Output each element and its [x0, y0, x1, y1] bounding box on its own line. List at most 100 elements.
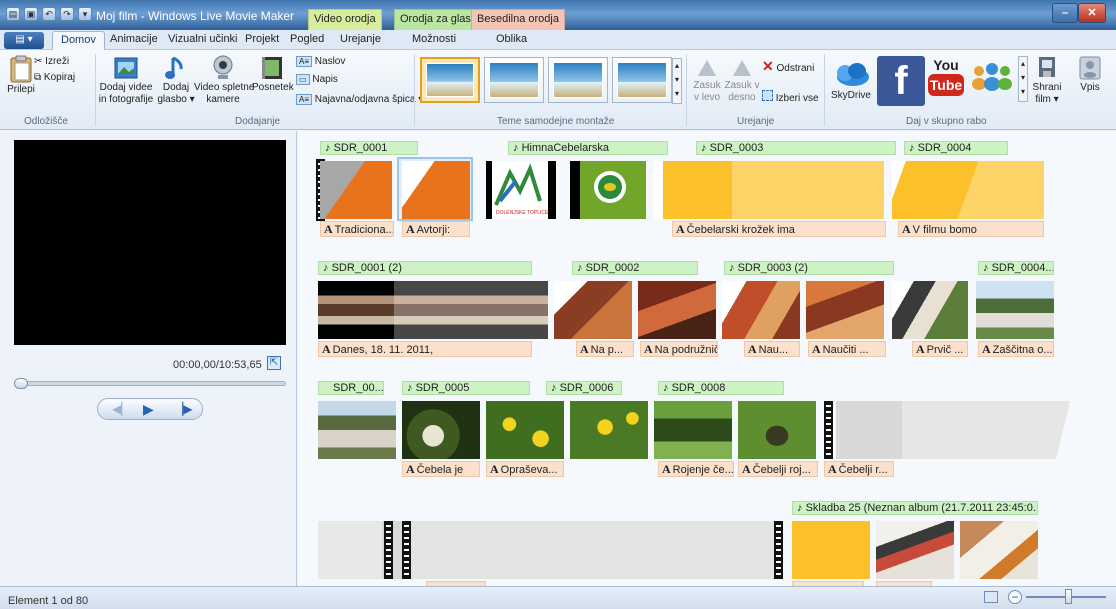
- theme-thumbnail-2[interactable]: [484, 57, 544, 103]
- snapshot-button[interactable]: Posnetek: [252, 54, 294, 94]
- clip-thumbnail[interactable]: [318, 401, 396, 459]
- clip-thumbnail[interactable]: [976, 281, 1054, 339]
- tab-domov[interactable]: Domov: [52, 31, 105, 51]
- clip-thumbnail[interactable]: DOLENJSKE TOPLICE: [486, 161, 556, 219]
- clip-thumbnail[interactable]: [876, 521, 954, 579]
- clip-thumbnail[interactable]: [892, 281, 968, 339]
- caption-clip[interactable]: A Zaščitna o...: [978, 341, 1054, 357]
- audio-clip[interactable]: ♪ SDR_0006: [546, 381, 622, 395]
- add-music-button[interactable]: Dodaj glasbo ▾: [156, 54, 196, 106]
- audio-clip[interactable]: ♪ SDR_0004: [904, 141, 1008, 155]
- audio-clip[interactable]: ♪ SDR_0008: [658, 381, 784, 395]
- caption-clip[interactable]: A Avtorji:: [402, 221, 470, 237]
- save-icon[interactable]: ▣: [24, 7, 38, 21]
- add-caption-button[interactable]: ▭ Napis: [296, 74, 338, 85]
- youtube-button[interactable]: You Tube: [928, 56, 964, 104]
- caption-clip[interactable]: A Rojenje če...: [658, 461, 734, 477]
- clip-thumbnail[interactable]: [638, 281, 716, 339]
- clip-thumbnail[interactable]: [318, 281, 548, 339]
- audio-clip[interactable]: ♪ SDR_0002: [572, 261, 698, 275]
- theme-thumbnail-4[interactable]: [612, 57, 672, 103]
- copy-button[interactable]: ⧉ Kopiraj: [34, 72, 75, 83]
- audio-clip[interactable]: ♪ SDR_0003 (2): [724, 261, 894, 275]
- clip-thumbnail[interactable]: [722, 281, 800, 339]
- fullscreen-button[interactable]: ⇱: [267, 356, 281, 370]
- audio-clip[interactable]: ♪ SDR_0001 (2): [318, 261, 532, 275]
- clip-thumbnail[interactable]: [792, 521, 870, 579]
- add-credits-button[interactable]: A≡ Najavna/odjavna špica ▾: [296, 94, 423, 105]
- previous-frame-icon[interactable]: ◀▏: [112, 402, 130, 416]
- clip-thumbnail[interactable]: [554, 281, 632, 339]
- sign-in-button[interactable]: Vpis: [1072, 54, 1108, 94]
- select-all-button[interactable]: Izberi vse: [762, 90, 819, 104]
- people-share-button[interactable]: [968, 62, 1016, 92]
- caption-clip[interactable]: A Čebela je: [402, 461, 480, 477]
- rotate-right-button[interactable]: Zasuk v desno: [724, 54, 760, 104]
- webcam-video-button[interactable]: Video spletne kamere: [194, 54, 254, 106]
- qat-dropdown-icon[interactable]: ▾: [78, 7, 92, 21]
- undo-icon[interactable]: ↶: [42, 7, 56, 21]
- clip-thumbnail[interactable]: [960, 521, 1038, 579]
- seek-thumb[interactable]: [14, 378, 28, 389]
- next-frame-icon[interactable]: ▕▶: [174, 402, 192, 416]
- tab-urejanje[interactable]: Urejanje: [340, 33, 381, 45]
- tab-vizualni-ucinki[interactable]: Vizualni učinki: [168, 33, 238, 45]
- audio-clip[interactable]: ♪ SDR_0005: [402, 381, 530, 395]
- caption-clip[interactable]: A Čebelarski krožek ima: [672, 221, 886, 237]
- seek-bar[interactable]: [14, 378, 286, 389]
- clip-thumbnail[interactable]: [570, 401, 648, 459]
- zoom-slider-thumb[interactable]: [1065, 589, 1072, 604]
- clip-thumbnail[interactable]: [654, 401, 732, 459]
- file-menu-button[interactable]: ▤ ▾: [4, 32, 44, 49]
- caption-clip[interactable]: A Danes, 18. 11. 2011,: [318, 341, 532, 357]
- clip-thumbnail[interactable]: [654, 161, 884, 219]
- add-videos-photos-button[interactable]: Dodaj videe in fotografije: [98, 54, 154, 106]
- theme-thumbnail-1[interactable]: [420, 57, 480, 103]
- caption-clip[interactable]: A Opraševa...: [486, 461, 564, 477]
- audio-clip[interactable]: ♪ SDR_0003: [696, 141, 896, 155]
- zoom-out-button[interactable]: −: [1008, 590, 1022, 604]
- tab-pogled[interactable]: Pogled: [290, 33, 324, 45]
- audio-clip[interactable]: ♪ Skladba 25 (Neznan album (21.7.2011 23…: [792, 501, 1038, 515]
- tab-projekt[interactable]: Projekt: [245, 33, 279, 45]
- audio-clip[interactable]: ♪ HimnaCebelarska: [508, 141, 668, 155]
- paste-button[interactable]: Prilepi: [4, 54, 38, 96]
- clip-thumbnail[interactable]: [806, 281, 884, 339]
- caption-clip[interactable]: A Nau...: [744, 341, 800, 357]
- caption-clip[interactable]: A Tradiciona...: [320, 221, 394, 237]
- tab-oblika[interactable]: Oblika: [496, 33, 527, 45]
- clip-thumbnail[interactable]: [402, 401, 480, 459]
- app-menu-icon[interactable]: ▤: [6, 7, 20, 21]
- tab-animacije[interactable]: Animacije: [110, 33, 158, 45]
- themes-scroll-button[interactable]: ▴ ▾ ▾: [672, 58, 682, 104]
- caption-clip[interactable]: A Čebelji r...: [824, 461, 894, 477]
- caption-clip[interactable]: A Prvič ...: [912, 341, 968, 357]
- cut-button[interactable]: ✂ Izreži: [34, 56, 69, 67]
- caption-clip[interactable]: A Na p...: [576, 341, 634, 357]
- clip-thumbnail[interactable]: [570, 161, 646, 219]
- caption-clip[interactable]: A Naučiti ...: [808, 341, 886, 357]
- tab-moznosti[interactable]: Možnosti: [412, 33, 456, 45]
- minimize-button[interactable]: –: [1052, 3, 1078, 23]
- thumbnail-size-icon[interactable]: [984, 591, 998, 603]
- play-icon[interactable]: ▶: [143, 402, 154, 416]
- audio-clip[interactable]: ♪ SDR_0001: [320, 141, 418, 155]
- audio-clip[interactable]: ♪ SDR_0004...: [978, 261, 1054, 275]
- skydrive-button[interactable]: SkyDrive: [828, 60, 874, 102]
- clip-thumbnail[interactable]: [892, 161, 1044, 219]
- clip-thumbnail-selected[interactable]: [402, 161, 470, 219]
- caption-clip[interactable]: A Čebelji roj...: [738, 461, 818, 477]
- remove-button[interactable]: ✕ Odstrani: [762, 58, 814, 75]
- facebook-button[interactable]: f: [877, 56, 925, 106]
- save-movie-button[interactable]: Shrani film ▾: [1030, 54, 1064, 106]
- close-button[interactable]: ✕: [1078, 3, 1106, 23]
- theme-thumbnail-3[interactable]: [548, 57, 608, 103]
- share-scroll-button[interactable]: ▴ ▾ ▾: [1018, 56, 1028, 102]
- redo-icon[interactable]: ↷: [60, 7, 74, 21]
- clip-thumbnail[interactable]: [836, 401, 1056, 459]
- caption-clip[interactable]: AV filmu bomo: [898, 221, 1044, 237]
- add-title-button[interactable]: A≡ Naslov: [296, 56, 345, 67]
- clip-thumbnail[interactable]: [738, 401, 816, 459]
- rotate-left-button[interactable]: Zasuk v levo: [690, 54, 724, 104]
- clip-thumbnail[interactable]: [486, 401, 564, 459]
